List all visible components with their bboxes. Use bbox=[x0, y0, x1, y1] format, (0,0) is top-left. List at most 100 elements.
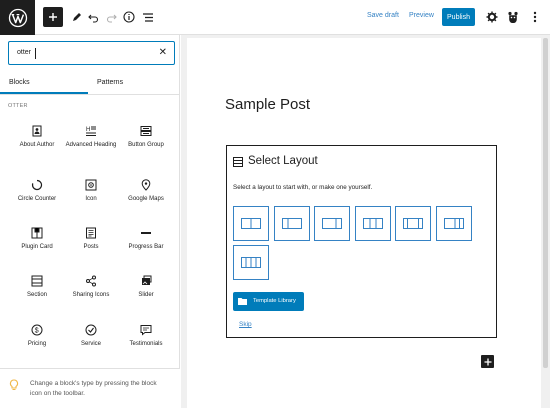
details-button[interactable] bbox=[119, 7, 139, 27]
undo-button[interactable] bbox=[83, 7, 103, 27]
block-category-label: OTTER bbox=[8, 103, 28, 109]
plugin-card-icon bbox=[31, 227, 43, 239]
block-label: About Author bbox=[19, 142, 55, 148]
block-label: Posts bbox=[83, 244, 99, 250]
block-service[interactable]: Service bbox=[62, 318, 120, 362]
four-columns-equal-icon bbox=[241, 257, 261, 268]
progress-bar-icon bbox=[141, 232, 151, 234]
svg-text:$: $ bbox=[35, 328, 39, 335]
button-group-icon bbox=[140, 126, 152, 136]
layout-option-four-equal[interactable] bbox=[233, 245, 269, 280]
block-label: Service bbox=[80, 341, 101, 347]
wordpress-logo-icon[interactable] bbox=[0, 0, 35, 35]
two-columns-wide-right-icon bbox=[322, 218, 342, 229]
more-vertical-icon bbox=[533, 11, 537, 23]
block-posts[interactable]: Posts bbox=[62, 221, 120, 265]
list-view-button[interactable] bbox=[138, 7, 158, 27]
block-google-maps[interactable]: Google Maps bbox=[117, 173, 175, 217]
block-inserter-toggle-button[interactable] bbox=[43, 7, 63, 27]
block-progress-bar[interactable]: Progress Bar bbox=[117, 221, 175, 265]
service-icon bbox=[85, 324, 97, 336]
pencil-icon bbox=[72, 12, 81, 21]
block-label: Testimonials bbox=[129, 341, 163, 347]
active-tab-indicator bbox=[0, 92, 88, 94]
block-advanced-heading[interactable]: H Advanced Heading bbox=[62, 119, 120, 163]
three-columns-wide-center-icon bbox=[403, 218, 423, 229]
layout-option-three-equal[interactable] bbox=[355, 206, 391, 241]
section-layout-icon bbox=[233, 157, 243, 167]
block-label: Plugin Card bbox=[21, 244, 53, 250]
layout-title: Select Layout bbox=[248, 155, 318, 167]
tab-patterns[interactable]: Patterns bbox=[97, 79, 123, 86]
settings-button[interactable] bbox=[482, 7, 502, 27]
layout-option-two-wide-left[interactable] bbox=[274, 206, 310, 241]
block-label: Pricing bbox=[27, 341, 47, 347]
block-inserter-panel: otter ✕ Blocks Patterns OTTER About Auth… bbox=[0, 35, 180, 408]
folder-icon bbox=[238, 298, 247, 305]
preview-button[interactable]: Preview bbox=[409, 12, 434, 19]
text-caret bbox=[35, 48, 36, 59]
slider-icon bbox=[142, 275, 152, 285]
layout-option-two-equal[interactable] bbox=[233, 206, 269, 241]
block-about-author[interactable]: About Author bbox=[8, 119, 66, 163]
section-icon bbox=[31, 275, 43, 287]
publish-button[interactable]: Publish bbox=[442, 8, 475, 26]
clear-search-icon[interactable]: ✕ bbox=[159, 47, 167, 59]
undo-icon bbox=[87, 14, 98, 23]
info-icon bbox=[123, 11, 135, 23]
options-button[interactable] bbox=[525, 7, 545, 27]
block-search-input[interactable]: otter ✕ bbox=[8, 41, 175, 65]
template-library-button[interactable]: Template Library bbox=[233, 292, 304, 311]
two-columns-wide-left-icon bbox=[282, 218, 302, 229]
block-label: Section bbox=[26, 292, 47, 298]
inserter-tip: Change a block's type by pressing the bl… bbox=[0, 368, 180, 408]
layout-option-two-wide-right[interactable] bbox=[314, 206, 350, 241]
circle-counter-icon bbox=[31, 179, 43, 191]
layout-option-three-wide-left[interactable] bbox=[436, 206, 472, 241]
tab-blocks[interactable]: Blocks bbox=[9, 79, 30, 86]
search-value: otter bbox=[17, 49, 32, 56]
gear-icon bbox=[486, 11, 498, 23]
block-label: Advanced Heading bbox=[65, 142, 117, 148]
icon-block-icon bbox=[85, 179, 97, 191]
add-block-button[interactable] bbox=[481, 355, 494, 368]
advanced-heading-icon: H bbox=[86, 126, 96, 136]
block-label: Button Group bbox=[128, 142, 164, 148]
inserter-tabs: Blocks Patterns bbox=[0, 73, 180, 95]
google-maps-icon bbox=[141, 179, 151, 191]
svg-text:H: H bbox=[86, 127, 90, 133]
otter-logo-icon bbox=[508, 11, 518, 23]
three-columns-equal-icon bbox=[363, 218, 383, 229]
pricing-icon: $ bbox=[31, 324, 43, 336]
block-plugin-card[interactable]: Plugin Card bbox=[8, 221, 66, 265]
skip-link[interactable]: Skip bbox=[239, 321, 252, 328]
block-circle-counter[interactable]: Circle Counter bbox=[8, 173, 66, 217]
block-label: Circle Counter bbox=[17, 196, 57, 202]
layout-option-three-wide-center[interactable] bbox=[395, 206, 431, 241]
redo-button[interactable] bbox=[101, 7, 121, 27]
save-draft-button[interactable]: Save draft bbox=[367, 12, 399, 19]
about-author-icon bbox=[32, 125, 42, 137]
list-view-icon bbox=[143, 12, 153, 22]
plus-icon bbox=[49, 13, 57, 21]
select-layout-block: Select Layout Select a layout to start w… bbox=[226, 145, 497, 338]
block-sharing-icons[interactable]: Sharing Icons bbox=[62, 269, 120, 313]
block-pricing[interactable]: $ Pricing bbox=[8, 318, 66, 362]
testimonials-icon bbox=[140, 325, 152, 336]
post-title[interactable]: Sample Post bbox=[225, 96, 310, 113]
sharing-icons-icon bbox=[86, 275, 96, 287]
canvas-scrollbar[interactable] bbox=[543, 38, 548, 368]
block-icon[interactable]: Icon bbox=[62, 173, 120, 217]
lightbulb-icon bbox=[9, 379, 19, 390]
block-label: Google Maps bbox=[128, 196, 164, 202]
block-button-group[interactable]: Button Group bbox=[117, 119, 175, 163]
otter-button[interactable] bbox=[503, 7, 523, 27]
layout-subtitle: Select a layout to start with, or make o… bbox=[233, 184, 373, 191]
block-section[interactable]: Section bbox=[8, 269, 66, 313]
block-label: Progress Bar bbox=[128, 244, 164, 250]
three-columns-wide-left-icon bbox=[444, 218, 464, 229]
block-slider[interactable]: Slider bbox=[117, 269, 175, 313]
block-testimonials[interactable]: Testimonials bbox=[117, 318, 175, 362]
block-label: Sharing Icons bbox=[72, 292, 110, 298]
block-label: Icon bbox=[85, 196, 97, 202]
